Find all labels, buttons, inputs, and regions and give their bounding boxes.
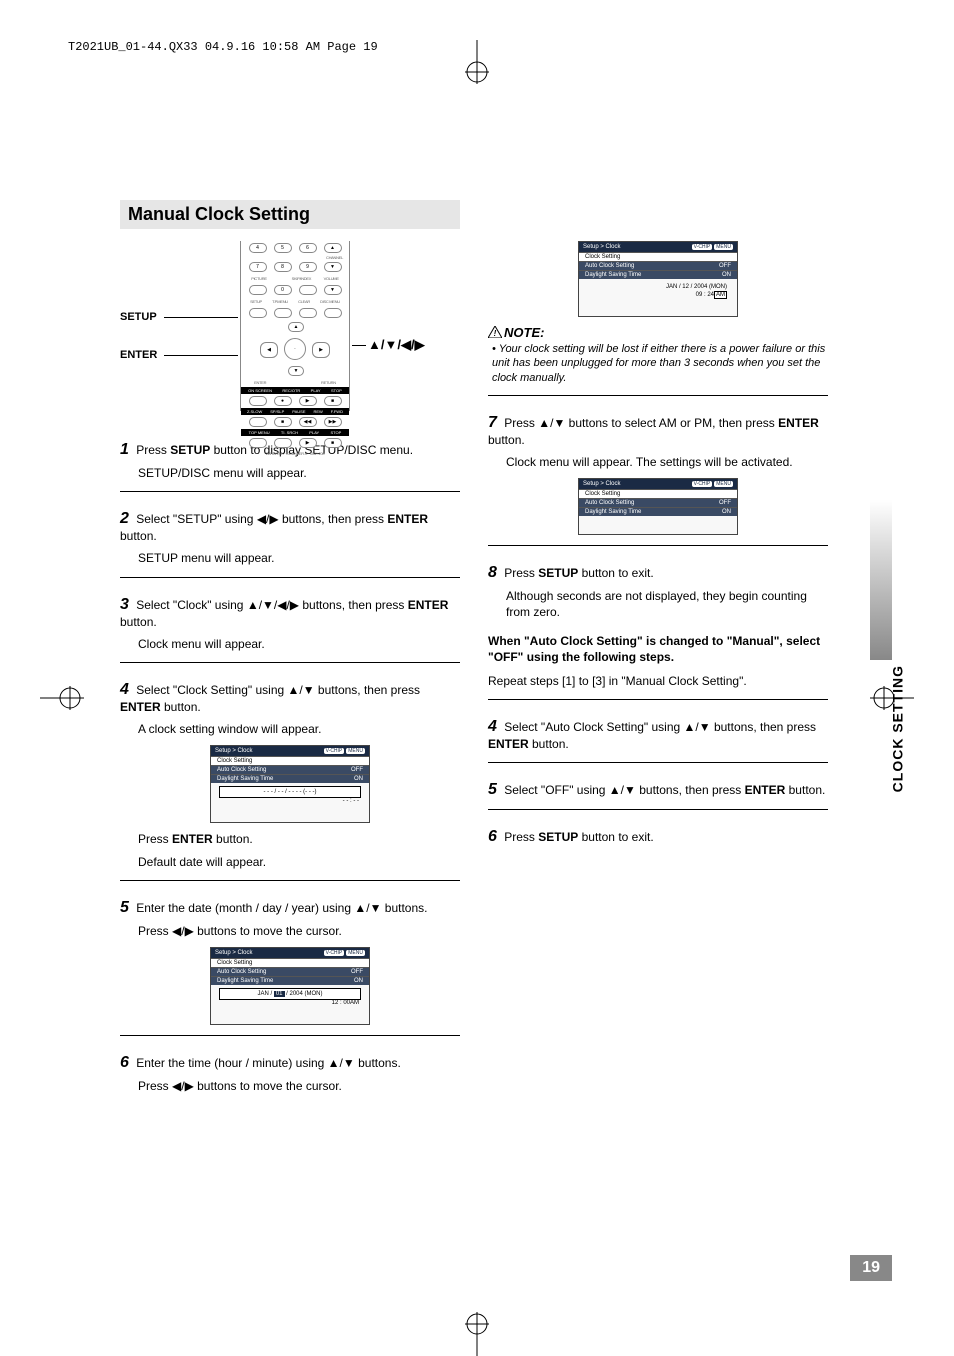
dpad-enter: · [284,338,306,360]
crop-mark-left [40,676,84,720]
btn-4: 4 [249,243,267,253]
osd-clock-blank: Setup > ClockV-CHIPMENU Clock SettingAut… [210,745,370,823]
warning-icon: ! [488,326,502,338]
remote-body: 456▲ CHANNEL 789▼ PICTURESKIP/INDEXVOLUM… [240,241,350,411]
btn-8: 8 [274,262,292,272]
btn-5: 5 [274,243,292,253]
step-5-follow: Press ◀/▶ buttons to move the cursor. [138,923,460,939]
right-column: Setup > ClockV-CHIPMENU Clock SettingAut… [488,241,828,1100]
btn-ch-up: ▲ [324,243,342,253]
step-8-text: Press SETUP button to exit. [504,566,653,580]
repeat-instr: Repeat steps [1] to [3] in "Manual Clock… [488,673,828,689]
btn-vol: ▼ [324,285,342,295]
dpad-up: ▲ [288,322,304,332]
btn-picture [249,285,267,295]
btn-0: 0 [274,285,292,295]
btn-clear [299,308,317,318]
svg-text:!: ! [494,329,497,338]
btn-6: 6 [299,243,317,253]
default-date: Default date will appear. [138,854,460,870]
osd-clock-date: Setup > ClockV-CHIPMENU Clock SettingAut… [210,947,370,1025]
btn-discmenu [324,308,342,318]
left-column: SETUP ENTER ▲/▼/◀/▶ 456▲ CHANNEL 789▼ PI… [120,241,460,1100]
dpad-right: ▶ [312,342,330,358]
section-tab [870,500,892,660]
step-7-num: 7 [488,414,497,431]
step-6-num: 6 [120,1054,129,1071]
subheading: When "Auto Clock Setting" is changed to … [488,633,828,665]
btn-skip [299,285,317,295]
page-title: Manual Clock Setting [120,200,460,229]
step-6-text: Enter the time (hour / minute) using ▲/▼… [136,1056,401,1070]
dpad-left: ◀ [260,342,278,358]
step-5-text: Enter the date (month / day / year) usin… [136,901,427,915]
step-8-num: 8 [488,564,497,581]
dpad-down: ▼ [288,366,304,376]
press-enter: Press ENTER button. [138,831,460,847]
btn-setup [249,308,267,318]
section-label: CLOCK SETTING [889,665,905,792]
arrows-callout: ▲/▼/◀/▶ [368,337,425,353]
enter-callout: ENTER [120,349,157,361]
btn-ch-dn: ▼ [324,262,342,272]
osd-clock-final: Setup > ClockV-CHIPMENU Clock SettingAut… [578,478,738,535]
step-7-text: Press ▲/▼ buttons to select AM or PM, th… [488,416,819,447]
note-block: ! NOTE: • Your clock setting will be los… [488,325,828,385]
page-number: 19 [850,1255,892,1281]
print-header: T2021UB_01-44.QX33 04.9.16 10:58 AM Page… [68,40,378,54]
note-body: • Your clock setting will be lost if eit… [492,342,828,385]
step-7-follow: Clock menu will appear. The settings wil… [506,454,828,470]
step-8-follow: Although seconds are not displayed, they… [506,588,828,620]
remote-diagram: SETUP ENTER ▲/▼/◀/▶ 456▲ CHANNEL 789▼ PI… [120,241,460,421]
setup-callout: SETUP [120,311,157,323]
crop-mark-top [455,40,499,84]
step-5-num: 5 [120,899,129,916]
crop-mark-bottom [455,1312,499,1356]
btn-7: 7 [249,262,267,272]
osd-clock-time: Setup > ClockV-CHIPMENU Clock SettingAut… [578,241,738,317]
btn-tpmenu [274,308,292,318]
btn-9: 9 [299,262,317,272]
step-6-follow: Press ◀/▶ buttons to move the cursor. [138,1078,460,1094]
